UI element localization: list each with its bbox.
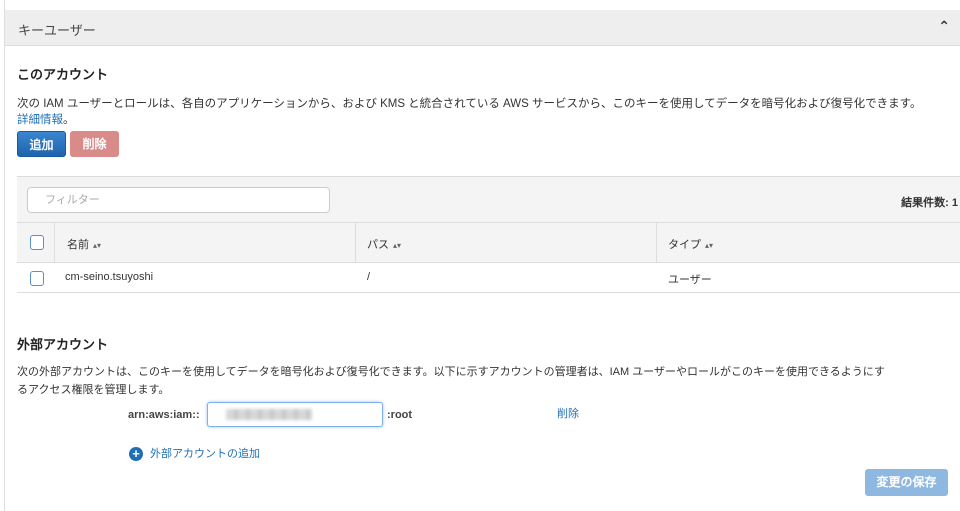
sort-icon: ▴▾ <box>93 241 102 250</box>
add-external-account-label: 外部アカウントの追加 <box>150 448 260 460</box>
learn-more-link[interactable]: 詳細情報 <box>17 114 63 126</box>
column-name-label: 名前 <box>67 239 89 251</box>
column-type-label: タイプ <box>668 239 701 251</box>
sort-icon: ▴▾ <box>393 241 402 250</box>
table-row[interactable]: cm-seino.tsuyoshi / ユーザー <box>17 263 960 293</box>
result-count: 結果件数: 1 <box>901 197 958 209</box>
column-header-name[interactable]: 名前 ▴▾ <box>67 236 101 252</box>
column-header-type[interactable]: タイプ ▴▾ <box>668 236 713 252</box>
filter-input[interactable] <box>27 187 330 213</box>
chevron-up-icon[interactable]: ⌃ <box>938 18 950 35</box>
table-header-row: 名前 ▴▾ パス ▴▾ タイプ ▴▾ <box>17 223 960 263</box>
account-id-input[interactable] <box>207 402 383 427</box>
plus-circle-icon: + <box>129 447 143 462</box>
external-description-line2: るアクセス権限を管理します。 <box>17 384 170 396</box>
add-external-account-link[interactable]: + 外部アカウントの追加 <box>129 445 260 462</box>
select-all-checkbox[interactable] <box>30 235 44 250</box>
learn-more-suffix: 。 <box>63 114 75 126</box>
column-path-label: パス <box>367 239 389 251</box>
filter-bar: 結果件数: 1 <box>17 177 960 223</box>
external-description-line1: 次の外部アカウントは、このキーを使用してデータを暗号化および復号化できます。以下… <box>17 366 885 378</box>
row-name: cm-seino.tsuyoshi <box>65 271 154 283</box>
this-account-heading: このアカウント <box>17 67 109 82</box>
panel-title: キーユーザー <box>18 23 96 38</box>
column-header-path[interactable]: パス ▴▾ <box>367 236 401 252</box>
save-changes-button[interactable]: 変更の保存 <box>865 469 948 496</box>
redacted-account-id <box>226 409 312 420</box>
delete-external-account-link[interactable]: 削除 <box>557 405 579 421</box>
row-checkbox[interactable] <box>30 271 44 286</box>
row-path: / <box>367 271 371 283</box>
arn-suffix: :root <box>387 409 413 421</box>
add-button[interactable]: 追加 <box>17 131 66 157</box>
key-users-panel-header[interactable]: キーユーザー ⌃ <box>5 10 960 46</box>
external-accounts-heading: 外部アカウント <box>17 337 109 352</box>
row-type: ユーザー <box>668 274 712 286</box>
key-users-table: 結果件数: 1 名前 ▴▾ パス ▴▾ タイプ ▴▾ cm-seino.tsuyosh… <box>17 176 960 293</box>
sort-icon: ▴▾ <box>705 241 714 250</box>
arn-prefix: arn:aws:iam:: <box>128 409 200 421</box>
this-account-description: 次の IAM ユーザーとロールは、各自のアプリケーションから、および KMS と… <box>17 98 922 110</box>
delete-button[interactable]: 削除 <box>70 131 119 157</box>
